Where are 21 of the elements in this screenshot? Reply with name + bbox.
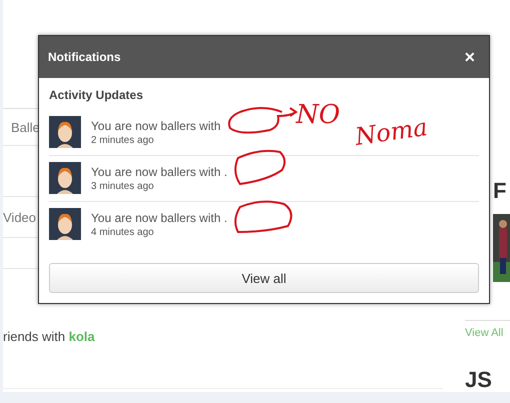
notification-text: You are now ballers with xyxy=(91,118,221,132)
close-button[interactable]: × xyxy=(464,46,475,68)
tab-label[interactable]: Balle xyxy=(11,120,40,134)
dialog-title: Notifications xyxy=(48,50,121,64)
section-heading: JS xyxy=(465,367,493,393)
notification-time: 2 minutes ago xyxy=(91,134,155,146)
activity-text: riends with kola xyxy=(3,329,96,344)
avatar-icon xyxy=(49,162,81,194)
notification-time: 3 minutes ago xyxy=(91,180,155,192)
view-all-link[interactable]: View All xyxy=(465,327,510,339)
video-label[interactable]: Video xyxy=(3,210,36,224)
avatar-icon xyxy=(49,116,81,148)
section-title: Activity Updates xyxy=(49,88,144,102)
section-heading: F xyxy=(493,178,508,204)
notification-time: 4 minutes ago xyxy=(91,226,155,238)
notification-text: You are now ballers with . xyxy=(91,210,228,224)
view-all-button[interactable]: View all xyxy=(49,263,479,293)
avatar-icon xyxy=(49,208,81,240)
notification-text: You are now ballers with . xyxy=(91,164,228,178)
handwritten-note: Noma xyxy=(353,113,430,151)
handwritten-note: NO xyxy=(296,100,340,130)
